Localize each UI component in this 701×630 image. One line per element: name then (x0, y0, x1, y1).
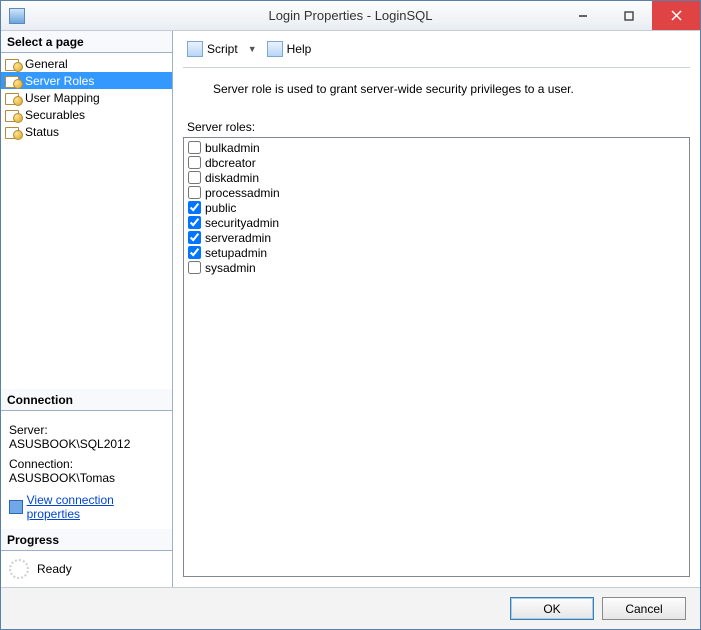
connection-icon (9, 500, 23, 514)
connection-block: Server: ASUSBOOK\SQL2012 Connection: ASU… (1, 411, 172, 529)
role-label: processadmin (205, 186, 280, 200)
left-panel: Select a page General Server Roles User Ma… (1, 31, 173, 587)
titlebar: Login Properties - LoginSQL (1, 1, 700, 31)
role-label: setupadmin (205, 246, 267, 260)
help-label: Help (287, 42, 312, 56)
role-item-bulkadmin[interactable]: bulkadmin (188, 140, 685, 155)
role-label: securityadmin (205, 216, 279, 230)
view-connection-label: View connection properties (27, 493, 166, 521)
role-label: diskadmin (205, 171, 259, 185)
page-item-general[interactable]: General (1, 55, 172, 72)
page-icon (5, 57, 21, 71)
role-label: sysadmin (205, 261, 256, 275)
page-item-label: User Mapping (25, 91, 100, 105)
role-item-serveradmin[interactable]: serveradmin (188, 230, 685, 245)
progress-status: Ready (37, 562, 72, 576)
page-list: General Server Roles User Mapping Securable… (1, 53, 172, 140)
minimize-button[interactable] (560, 1, 606, 30)
script-icon (187, 41, 203, 57)
role-item-setupadmin[interactable]: setupadmin (188, 245, 685, 260)
page-icon (5, 91, 21, 105)
connection-value: ASUSBOOK\Tomas (9, 471, 166, 485)
cancel-button[interactable]: Cancel (602, 597, 686, 620)
progress-block: Ready (1, 551, 172, 587)
page-item-label: Status (25, 125, 59, 139)
page-item-label: Server Roles (25, 74, 94, 88)
server-value: ASUSBOOK\SQL2012 (9, 437, 166, 451)
ok-button[interactable]: OK (510, 597, 594, 620)
script-dropdown-arrow-icon[interactable]: ▼ (248, 44, 257, 54)
toolbar-divider (183, 67, 690, 68)
select-page-header: Select a page (1, 31, 172, 53)
maximize-button[interactable] (606, 1, 652, 30)
right-panel: Script ▼ Help Server role is used to gra… (173, 31, 700, 587)
script-label: Script (207, 42, 238, 56)
role-checkbox-setupadmin[interactable] (188, 246, 201, 259)
page-description: Server role is used to grant server-wide… (183, 82, 690, 120)
progress-spinner-icon (9, 559, 29, 579)
role-checkbox-sysadmin[interactable] (188, 261, 201, 274)
server-roles-listbox[interactable]: bulkadmindbcreatordiskadminprocessadminp… (183, 137, 690, 577)
role-checkbox-processadmin[interactable] (188, 186, 201, 199)
connection-header: Connection (1, 389, 172, 411)
role-item-public[interactable]: public (188, 200, 685, 215)
window-controls (560, 1, 700, 30)
role-checkbox-bulkadmin[interactable] (188, 141, 201, 154)
script-button[interactable]: Script (183, 39, 242, 59)
role-label: serveradmin (205, 231, 271, 245)
view-connection-link[interactable]: View connection properties (9, 493, 166, 521)
role-label: public (205, 201, 236, 215)
toolbar: Script ▼ Help (183, 37, 690, 65)
server-label: Server: (9, 423, 166, 437)
page-item-label: General (25, 57, 68, 71)
role-checkbox-public[interactable] (188, 201, 201, 214)
role-item-sysadmin[interactable]: sysadmin (188, 260, 685, 275)
page-icon (5, 74, 21, 88)
page-item-server-roles[interactable]: Server Roles (1, 72, 172, 89)
help-icon (267, 41, 283, 57)
progress-header: Progress (1, 529, 172, 551)
page-item-label: Securables (25, 108, 85, 122)
help-button[interactable]: Help (263, 39, 316, 59)
page-item-user-mapping[interactable]: User Mapping (1, 89, 172, 106)
role-item-diskadmin[interactable]: diskadmin (188, 170, 685, 185)
app-icon (9, 8, 25, 24)
role-checkbox-diskadmin[interactable] (188, 171, 201, 184)
role-checkbox-serveradmin[interactable] (188, 231, 201, 244)
server-roles-label: Server roles: (183, 120, 690, 137)
page-item-status[interactable]: Status (1, 123, 172, 140)
role-item-processadmin[interactable]: processadmin (188, 185, 685, 200)
role-label: dbcreator (205, 156, 256, 170)
role-checkbox-securityadmin[interactable] (188, 216, 201, 229)
role-label: bulkadmin (205, 141, 260, 155)
bottom-bar: OK Cancel (1, 587, 700, 629)
role-item-dbcreator[interactable]: dbcreator (188, 155, 685, 170)
page-item-securables[interactable]: Securables (1, 106, 172, 123)
close-button[interactable] (652, 1, 700, 30)
role-item-securityadmin[interactable]: securityadmin (188, 215, 685, 230)
page-icon (5, 108, 21, 122)
connection-label: Connection: (9, 457, 166, 471)
role-checkbox-dbcreator[interactable] (188, 156, 201, 169)
page-icon (5, 125, 21, 139)
